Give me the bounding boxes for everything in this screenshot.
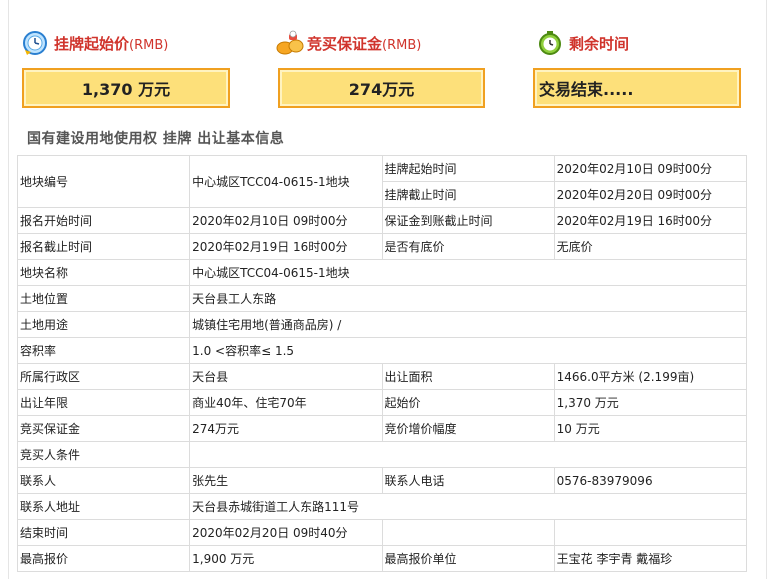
start-price-box: 1,370 万元 — [22, 68, 230, 108]
deposit-unit: (RMB) — [382, 37, 422, 53]
deposit-value: 274万元 — [348, 80, 415, 99]
empty-cell — [553, 519, 748, 546]
deposit-deadline-value: 2020年02月19日 16时00分 — [553, 207, 748, 234]
alarm-clock-icon — [537, 30, 563, 56]
clock-icon — [22, 30, 48, 56]
deposit-row-value: 274万元 — [189, 415, 383, 442]
far-value: 1.0 <容积率≤ 1.5 — [189, 337, 747, 364]
start-price-value: 1,370 万元 — [81, 80, 171, 99]
table-row: 竞买保证金 274万元 竞价增价幅度 10 万元 — [16, 415, 748, 442]
location-value: 天台县工人东路 — [189, 285, 747, 312]
table-row: 容积率 1.0 <容积率≤ 1.5 — [16, 337, 747, 364]
area-value: 1466.0平方米 (2.199亩) — [553, 363, 748, 390]
end-time-label: 结束时间 — [16, 519, 191, 546]
phone-label: 联系人电话 — [381, 467, 555, 494]
table-row: 土地位置 天台县工人东路 — [16, 285, 747, 312]
table-row: 最高报价 1,900 万元 最高报价单位 王宝花 李宇青 戴福珍 — [16, 545, 748, 572]
listing-start-label: 挂牌起始时间 — [381, 155, 555, 182]
location-label: 土地位置 — [16, 285, 191, 312]
deposit-box: 274万元 — [278, 68, 485, 108]
deposit-deadline-label: 保证金到账截止时间 — [381, 207, 555, 234]
start-price-row-value: 1,370 万元 — [553, 389, 748, 416]
table-row: 地块名称 中心城区TCC04-0615-1地块 — [16, 259, 747, 286]
table-row: 出让年限 商业40年、住宅70年 起始价 1,370 万元 — [16, 389, 748, 416]
table-row: 报名开始时间 2020年02月10日 09时00分 保证金到账截止时间 2020… — [16, 207, 748, 234]
parcel-name-value: 中心城区TCC04-0615-1地块 — [189, 259, 747, 286]
increment-label: 竞价增价幅度 — [381, 415, 555, 442]
term-label: 出让年限 — [16, 389, 191, 416]
reg-start-value: 2020年02月10日 09时00分 — [189, 207, 383, 234]
reserve-value: 无底价 — [553, 233, 748, 260]
remaining-time-header: 剩余时间 — [537, 28, 629, 58]
phone-value: 0576-83979096 — [553, 467, 748, 494]
area-label: 出让面积 — [381, 363, 555, 390]
land-use-label: 土地用途 — [16, 311, 191, 338]
parcel-no-value: 中心城区TCC04-0615-1地块 — [189, 155, 383, 208]
deposit-header: 竞买保证金(RMB) — [275, 28, 421, 58]
table-row: 联系人 张先生 联系人电话 0576-83979096 — [16, 467, 748, 494]
term-value: 商业40年、住宅70年 — [189, 389, 383, 416]
table-row: 报名截止时间 2020年02月19日 16时00分 是否有底价 无底价 — [16, 233, 748, 260]
bidder-conditions-label: 竞买人条件 — [16, 441, 191, 468]
table-row: 土地用途 城镇住宅用地(普通商品房) / — [16, 311, 747, 338]
listing-end-value: 2020年02月20日 09时00分 — [553, 181, 748, 208]
top-bid-label: 最高报价 — [16, 545, 191, 572]
listing-start-value: 2020年02月10日 09时00分 — [553, 155, 748, 182]
money-bag-icon — [275, 30, 304, 56]
table-row: 所属行政区 天台县 出让面积 1466.0平方米 (2.199亩) — [16, 363, 748, 390]
remaining-time-label: 剩余时间 — [569, 34, 630, 53]
listing-end-label: 挂牌截止时间 — [381, 181, 555, 208]
end-time-value: 2020年02月20日 09时40分 — [189, 519, 383, 546]
contact-label: 联系人 — [16, 467, 191, 494]
table-row: 地块编号 中心城区TCC04-0615-1地块 挂牌起始时间 2020年02月1… — [16, 155, 748, 208]
section-title: 国有建设用地使用权 挂牌 出让基本信息 — [27, 131, 285, 147]
start-price-row-label: 起始价 — [381, 389, 555, 416]
district-value: 天台县 — [189, 363, 383, 390]
deposit-label: 竞买保证金 — [307, 34, 383, 53]
parcel-no-label: 地块编号 — [16, 155, 191, 208]
table-row: 竞买人条件 — [16, 441, 747, 468]
top-bidder-label: 最高报价单位 — [381, 545, 555, 572]
reg-end-value: 2020年02月19日 16时00分 — [189, 233, 383, 260]
reg-end-label: 报名截止时间 — [16, 233, 191, 260]
remaining-time-value: 交易结束..... — [539, 80, 634, 99]
top-bid-value: 1,900 万元 — [189, 545, 383, 572]
bidder-conditions-value — [189, 441, 747, 468]
empty-cell — [381, 519, 555, 546]
start-price-header: 挂牌起始价(RMB) — [22, 28, 168, 58]
parcel-name-label: 地块名称 — [16, 259, 191, 286]
land-use-value: 城镇住宅用地(普通商品房) / — [189, 311, 747, 338]
far-label: 容积率 — [16, 337, 191, 364]
remaining-time-box: 交易结束..... — [533, 68, 741, 108]
increment-value: 10 万元 — [553, 415, 748, 442]
start-price-label: 挂牌起始价 — [54, 34, 130, 53]
address-label: 联系人地址 — [16, 493, 191, 520]
reg-start-label: 报名开始时间 — [16, 207, 191, 234]
start-price-unit: (RMB) — [129, 37, 169, 53]
reserve-label: 是否有底价 — [381, 233, 555, 260]
district-label: 所属行政区 — [16, 363, 191, 390]
land-info-table: 地块编号 中心城区TCC04-0615-1地块 挂牌起始时间 2020年02月1… — [16, 155, 748, 572]
top-bidder-value: 王宝花 李宇青 戴福珍 — [553, 545, 748, 572]
deposit-row-label: 竞买保证金 — [16, 415, 191, 442]
address-value: 天台县赤城街道工人东路111号 — [189, 493, 747, 520]
table-row: 结束时间 2020年02月20日 09时40分 — [16, 519, 748, 546]
table-row: 联系人地址 天台县赤城街道工人东路111号 — [16, 493, 747, 520]
contact-value: 张先生 — [189, 467, 383, 494]
